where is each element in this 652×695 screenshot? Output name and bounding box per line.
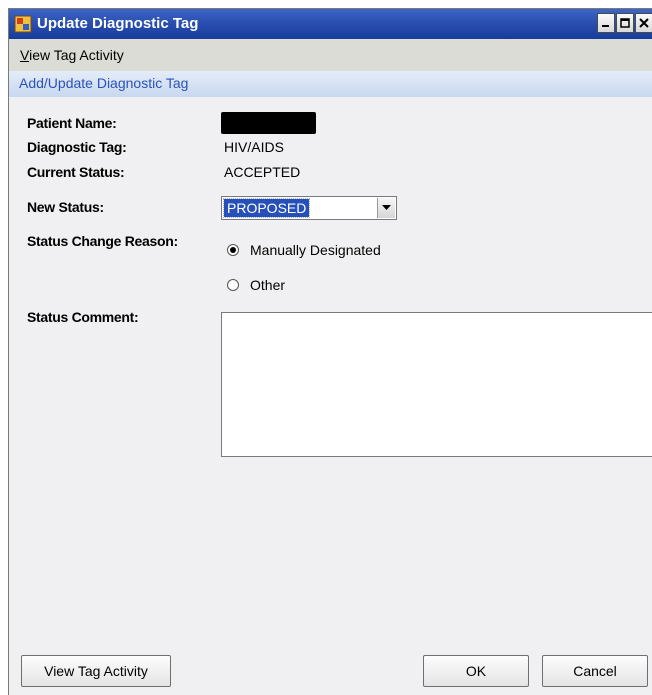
current-status-value: ACCEPTED [224, 164, 301, 180]
view-tag-activity-button[interactable]: View Tag Activity [21, 655, 171, 687]
window-title: Update Diagnostic Tag [37, 15, 199, 32]
reason-option-label: Other [250, 277, 286, 293]
menu-bar: View Tag Activity [9, 39, 652, 71]
menu-view-tag-activity[interactable]: View Tag Activity [20, 47, 124, 63]
new-status-dropdown[interactable]: PROPOSED [221, 196, 397, 220]
reason-manually-designated-radio[interactable]: Manually Designated [227, 241, 381, 259]
update-diagnostic-tag-window: Update Diagnostic Tag View Tag Activity … [8, 8, 652, 695]
chevron-down-icon [382, 205, 391, 210]
minimize-button[interactable] [597, 13, 615, 33]
minimize-icon [602, 25, 609, 27]
diagnostic-tag-value: HIV/AIDS [224, 139, 284, 155]
current-status-label: Current Status: [27, 164, 125, 180]
section-header: Add/Update Diagnostic Tag [9, 71, 652, 97]
section-title: Add/Update Diagnostic Tag [19, 75, 189, 91]
new-status-label: New Status: [27, 199, 104, 215]
window-controls [596, 13, 652, 35]
menu-view-tag-activity-label: iew Tag Activity [29, 47, 124, 63]
maximize-icon [620, 18, 630, 28]
reason-other-radio[interactable]: Other [227, 276, 285, 294]
patient-name-redacted [221, 112, 316, 134]
radio-checked-icon [227, 244, 239, 256]
title-bar: Update Diagnostic Tag [9, 9, 652, 39]
diagnostic-tag-label: Diagnostic Tag: [27, 139, 127, 155]
dropdown-button[interactable] [377, 198, 395, 218]
ok-button[interactable]: OK [423, 655, 529, 687]
patient-name-label: Patient Name: [27, 115, 117, 131]
status-comment-textarea[interactable] [221, 312, 652, 457]
close-button[interactable] [635, 13, 652, 33]
menu-view-tag-activity-accelerator: V [20, 47, 30, 63]
radio-unchecked-icon [227, 279, 239, 291]
close-icon [639, 18, 649, 28]
status-comment-label: Status Comment: [27, 309, 139, 325]
maximize-button[interactable] [616, 13, 634, 33]
cancel-button[interactable]: Cancel [542, 655, 648, 687]
status-change-reason-label: Status Change Reason: [27, 233, 178, 249]
new-status-selected-value: PROPOSED [222, 198, 311, 218]
app-icon [14, 15, 32, 33]
reason-option-label: Manually Designated [250, 242, 381, 258]
